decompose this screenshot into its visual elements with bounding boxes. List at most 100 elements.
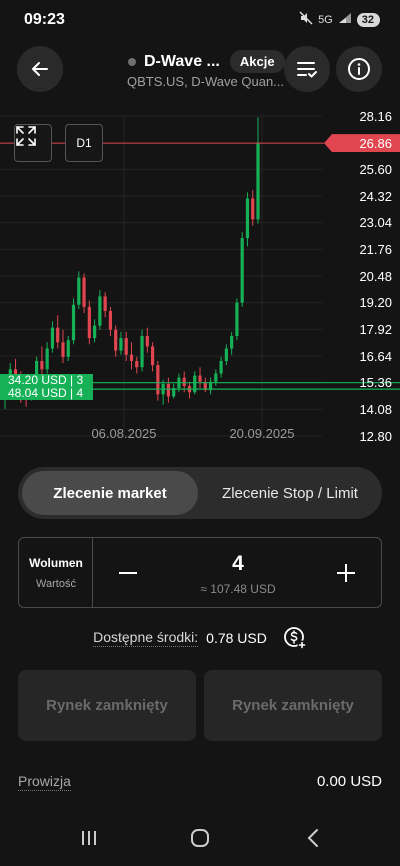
volume-label: Wolumen xyxy=(29,556,83,570)
tab-stop-limit-order[interactable]: Zlecenie Stop / Limit xyxy=(202,471,378,515)
y-tick-label: 25.60 xyxy=(359,161,392,177)
instrument-type-badge: Akcje xyxy=(229,50,285,73)
minus-icon xyxy=(119,572,137,574)
x-tick-label: 20.09.2025 xyxy=(229,426,295,441)
order-tag-2[interactable]: 48.04 USD | 4 xyxy=(0,387,94,400)
candle-body xyxy=(135,361,139,368)
home-icon xyxy=(191,829,209,847)
expand-icon xyxy=(16,126,36,146)
y-tick-label: 12.80 xyxy=(359,428,392,444)
candle-body xyxy=(40,361,44,370)
candle-body xyxy=(235,302,239,336)
candle-body xyxy=(114,329,118,351)
list-check-icon xyxy=(297,62,317,78)
price-chart[interactable]: D1 28.16 26.86 25.60 24.32 23.04 21.76 20.48 19… xyxy=(0,108,400,450)
candle-body xyxy=(77,277,81,305)
y-tick-label: 17.92 xyxy=(359,321,392,337)
tab-market-order[interactable]: Zlecenie market xyxy=(22,471,198,515)
quantity-approx-value: ≈ 107.48 USD xyxy=(200,582,276,596)
info-button[interactable] xyxy=(336,46,382,92)
status-bar: 09:23 5G 32 xyxy=(0,0,400,40)
candle-body xyxy=(245,198,250,239)
recent-apps-button[interactable] xyxy=(75,826,103,850)
y-tick-label: 20.48 xyxy=(359,268,392,284)
candle-body xyxy=(256,143,260,220)
decrease-quantity-button[interactable] xyxy=(115,560,141,586)
system-back-button[interactable] xyxy=(299,826,327,850)
network-label: 5G xyxy=(318,13,333,26)
volume-mode-toggle[interactable]: Wolumen Wartość xyxy=(19,538,93,607)
candle-body xyxy=(230,336,234,349)
y-tick-label: 24.32 xyxy=(359,188,392,204)
candle-body xyxy=(198,375,202,382)
candle-body xyxy=(166,383,170,397)
instrument-subtitle: QBTS.US, D-Wave Quan... xyxy=(127,74,285,89)
home-button[interactable] xyxy=(186,826,214,850)
candle-body xyxy=(82,277,86,307)
sell-button-market-closed[interactable]: Rynek zamknięty xyxy=(18,670,196,741)
deposit-button[interactable] xyxy=(283,626,307,650)
candle-body xyxy=(182,377,186,386)
candle-body xyxy=(150,346,155,366)
info-icon xyxy=(348,58,370,80)
quantity-value[interactable]: 4 xyxy=(143,552,333,576)
candle-body xyxy=(45,348,49,370)
candle-body xyxy=(251,198,255,220)
value-label: Wartość xyxy=(36,578,76,590)
commission-value: 0.00 USD xyxy=(316,773,382,790)
status-icons: 5G 32 xyxy=(299,11,380,28)
candle-body xyxy=(214,373,218,382)
candle-body xyxy=(224,348,228,361)
candle-body xyxy=(61,342,65,357)
candle-body xyxy=(103,296,107,311)
y-tick-label: 19.20 xyxy=(359,295,392,311)
candle-body xyxy=(156,365,160,395)
watchlist-button[interactable] xyxy=(284,46,330,92)
y-tick-label: 23.04 xyxy=(359,215,392,231)
x-tick-label: 06.08.2025 xyxy=(91,426,157,441)
candle-body xyxy=(145,336,149,347)
dollar-plus-icon xyxy=(283,627,307,650)
back-button[interactable] xyxy=(17,46,63,92)
battery-badge: 32 xyxy=(356,12,380,27)
candle-body xyxy=(129,354,134,361)
candle-body xyxy=(140,336,144,368)
recent-apps-icon xyxy=(82,831,96,845)
candle-body xyxy=(71,304,76,341)
candle-body xyxy=(219,361,223,374)
timeframe-button[interactable]: D1 xyxy=(65,124,103,162)
plus-icon xyxy=(337,564,355,582)
commission-label[interactable]: Prowizja xyxy=(18,773,71,791)
available-funds-label: Dostępne środki: xyxy=(93,629,199,647)
candle-body xyxy=(124,338,128,355)
fullscreen-button[interactable] xyxy=(14,124,52,162)
arrow-left-icon xyxy=(32,62,48,76)
y-tick-label: 21.76 xyxy=(359,241,392,257)
y-tick-label: 15.36 xyxy=(359,375,392,391)
y-tick-label: 28.16 xyxy=(359,108,392,124)
system-nav-bar xyxy=(0,812,400,866)
status-time: 09:23 xyxy=(24,11,65,28)
candle-body xyxy=(240,238,244,303)
order-type-tabs: Zlecenie market Zlecenie Stop / Limit xyxy=(18,467,382,519)
candle-body xyxy=(193,375,197,393)
current-price-label: 26.86 xyxy=(324,134,400,153)
volume-input-box: Wolumen Wartość 4 ≈ 107.48 USD xyxy=(18,537,382,608)
y-tick-label: 16.64 xyxy=(359,348,392,364)
y-tick-label: 14.08 xyxy=(359,401,392,417)
chevron-left-icon xyxy=(307,829,318,847)
candle-body xyxy=(87,306,91,339)
instrument-title: D-Wave ... xyxy=(144,52,220,70)
available-funds-row: Dostępne środki: 0.78 USD xyxy=(0,626,400,650)
candle-body xyxy=(119,338,123,351)
mute-icon xyxy=(299,11,313,28)
signal-icon xyxy=(338,12,352,27)
available-funds-value: 0.78 USD xyxy=(206,630,267,646)
candle-body xyxy=(108,311,113,330)
candle-body xyxy=(50,327,55,349)
increase-quantity-button[interactable] xyxy=(333,560,359,586)
candle-body xyxy=(56,327,60,343)
instrument-header[interactable]: D-Wave ... Akcje xyxy=(128,50,285,73)
buy-button-market-closed[interactable]: Rynek zamknięty xyxy=(204,670,382,741)
candle-body xyxy=(98,296,102,326)
